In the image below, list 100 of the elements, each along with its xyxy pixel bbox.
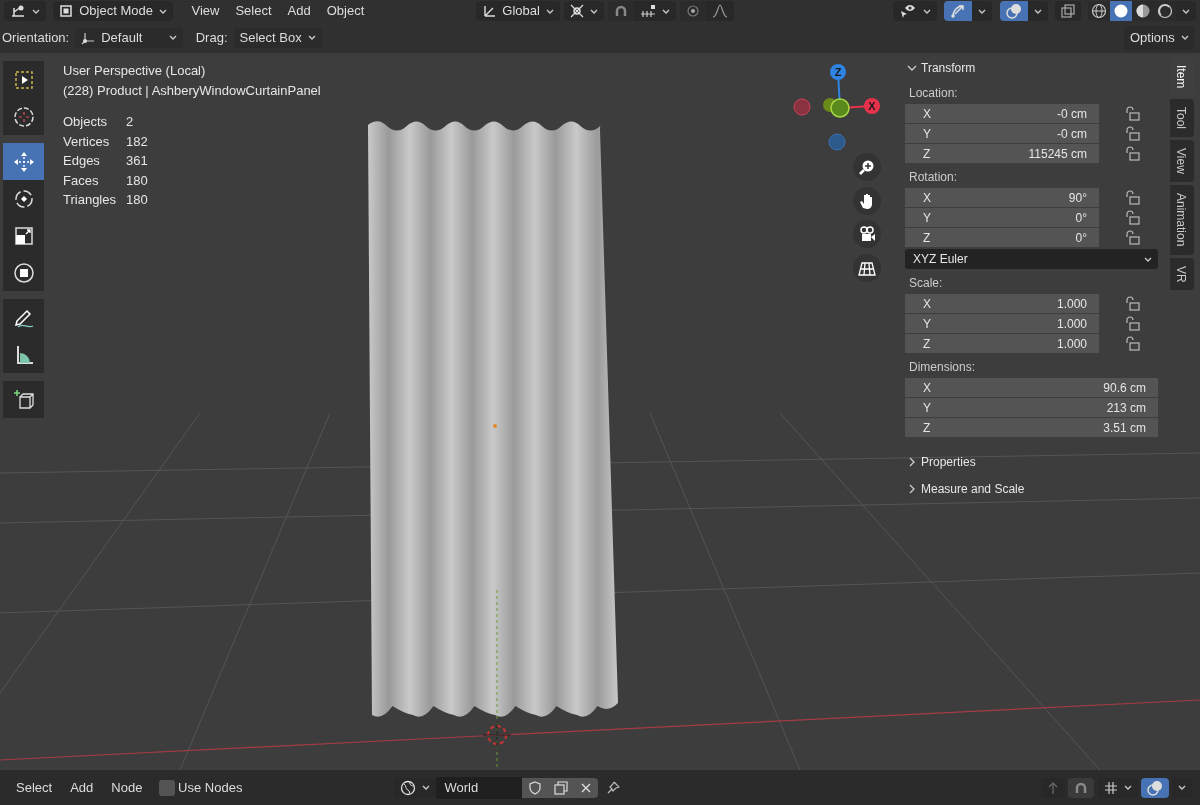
material-sphere-icon [1135, 3, 1151, 19]
view-control-button[interactable] [853, 253, 881, 282]
number-field[interactable]: Y -0 cm [905, 124, 1099, 143]
overlapping-circles-icon [1146, 779, 1163, 796]
caret-icon [1180, 34, 1189, 41]
shading-button[interactable] [1110, 1, 1132, 21]
3d-cursor-icon [482, 720, 512, 750]
sidebar-tab[interactable]: VR [1170, 257, 1194, 291]
falloff-dropdown[interactable] [705, 1, 734, 21]
menu-item[interactable]: View [183, 1, 228, 21]
xray-toggle[interactable] [1054, 1, 1081, 21]
drag-dropdown[interactable]: Select Box [233, 27, 322, 48]
tool-button[interactable] [3, 254, 44, 291]
number-field[interactable]: Y 0° [905, 208, 1099, 227]
number-field[interactable]: X 90.6 cm [905, 378, 1158, 397]
shield-icon [528, 780, 543, 795]
unlocked-padlock-icon[interactable] [1125, 210, 1140, 225]
caret-icon [589, 7, 598, 15]
unlocked-padlock-icon[interactable] [1125, 190, 1140, 205]
overlays-toggle[interactable] [1140, 777, 1169, 798]
panel-header[interactable]: Transform [905, 57, 976, 79]
view-control-button[interactable] [853, 220, 881, 248]
orientation-label: Orientation: [2, 28, 70, 47]
world-name-field[interactable]: World [436, 776, 523, 799]
number-field[interactable]: Z 115245 cm [905, 144, 1099, 163]
snap-grid-icon [1103, 780, 1118, 795]
sidebar-tab[interactable]: Tool [1170, 99, 1194, 138]
caret-icon [1178, 784, 1186, 791]
number-field[interactable]: X -0 cm [905, 104, 1099, 123]
unlocked-padlock-icon[interactable] [1125, 230, 1140, 245]
number-field[interactable]: X 1.000 [905, 294, 1099, 313]
target-dot-icon [685, 4, 700, 18]
caret-dropdown[interactable] [972, 1, 993, 21]
orientation-dropdown[interactable]: Default [75, 27, 184, 48]
visibility-dropdown[interactable] [893, 1, 937, 21]
orientation-dropdown[interactable]: Global [476, 1, 560, 21]
use-nodes-checkbox[interactable]: Use Nodes [158, 777, 243, 798]
fake-user-button[interactable] [522, 777, 549, 798]
menu-item[interactable]: Node [103, 777, 151, 798]
magnet-icon [613, 4, 628, 18]
number-field[interactable]: Z 0° [905, 228, 1099, 247]
snap-toggle[interactable] [607, 1, 634, 21]
number-field[interactable]: Y 1.000 [905, 314, 1099, 333]
options-dropdown[interactable]: Options [1123, 25, 1195, 50]
menu-item[interactable]: Add [62, 777, 102, 798]
menu-item[interactable]: Select [227, 1, 280, 21]
tool-button[interactable] [3, 336, 44, 373]
unlocked-padlock-icon[interactable] [1125, 336, 1140, 351]
pivot-dropdown[interactable] [563, 1, 604, 21]
panel-header[interactable]: Properties [905, 451, 976, 473]
caret-icon [923, 7, 931, 15]
chevron-right-icon [907, 457, 917, 467]
rotation-mode-dropdown[interactable]: XYZ Euler [905, 249, 1158, 269]
number-field[interactable]: X 90° [905, 188, 1099, 207]
caret-icon [1144, 255, 1152, 263]
caret-icon [307, 34, 316, 41]
shading-button[interactable] [1088, 1, 1110, 21]
editor-type-button[interactable] [4, 1, 46, 21]
unlocked-padlock-icon[interactable] [1125, 296, 1140, 311]
sidebar-tab[interactable]: Animation [1170, 185, 1194, 255]
gizmo-toggle[interactable] [944, 1, 973, 21]
view-control-button[interactable] [853, 153, 881, 181]
overlapping-circles-icon [1005, 3, 1022, 19]
unlocked-padlock-icon[interactable] [1125, 106, 1140, 121]
caret-icon [158, 7, 167, 15]
object-mode-icon [59, 4, 74, 18]
number-field[interactable]: Y 213 cm [905, 398, 1158, 417]
menu-item[interactable]: Object [318, 1, 373, 21]
view-control-button[interactable] [853, 186, 881, 215]
unlocked-padlock-icon[interactable] [1125, 316, 1140, 331]
unlocked-padlock-icon[interactable] [1125, 126, 1140, 141]
tool-button[interactable] [3, 381, 44, 418]
sidebar-tab[interactable]: View [1170, 140, 1194, 183]
panel-header[interactable]: Measure and Scale [905, 478, 1025, 500]
axes-icon [10, 4, 26, 18]
axis-label: X [868, 100, 876, 112]
solid-sphere-icon [1113, 3, 1129, 19]
caret-icon [1033, 7, 1042, 15]
wireframe-sphere-icon [1091, 3, 1107, 19]
unlocked-padlock-icon[interactable] [1125, 146, 1140, 161]
snap-dropdown[interactable] [633, 1, 676, 21]
tool-button[interactable] [3, 299, 44, 336]
field-group-label: Location: [909, 85, 959, 102]
stat-value: 182 [126, 132, 149, 151]
shading-button[interactable] [1132, 1, 1154, 21]
eye-pointer-icon [899, 3, 917, 19]
proportional-editing-toggle[interactable] [679, 1, 706, 21]
overlays-toggle[interactable] [999, 1, 1028, 21]
caret-dropdown[interactable] [1027, 1, 1048, 21]
menu-item[interactable]: Add [279, 1, 319, 21]
menu-item[interactable]: Select [8, 777, 61, 798]
tool-button[interactable] [3, 98, 44, 135]
zoom-icon [858, 158, 876, 176]
mode-dropdown[interactable]: Object Mode [53, 1, 173, 21]
close-button[interactable] [574, 777, 599, 798]
number-field[interactable]: Z 1.000 [905, 334, 1099, 353]
snap-toggle[interactable] [1068, 777, 1095, 798]
tool-button[interactable] [3, 180, 44, 217]
caret-icon [32, 7, 40, 15]
number-field[interactable]: Z 3.51 cm [905, 418, 1158, 437]
